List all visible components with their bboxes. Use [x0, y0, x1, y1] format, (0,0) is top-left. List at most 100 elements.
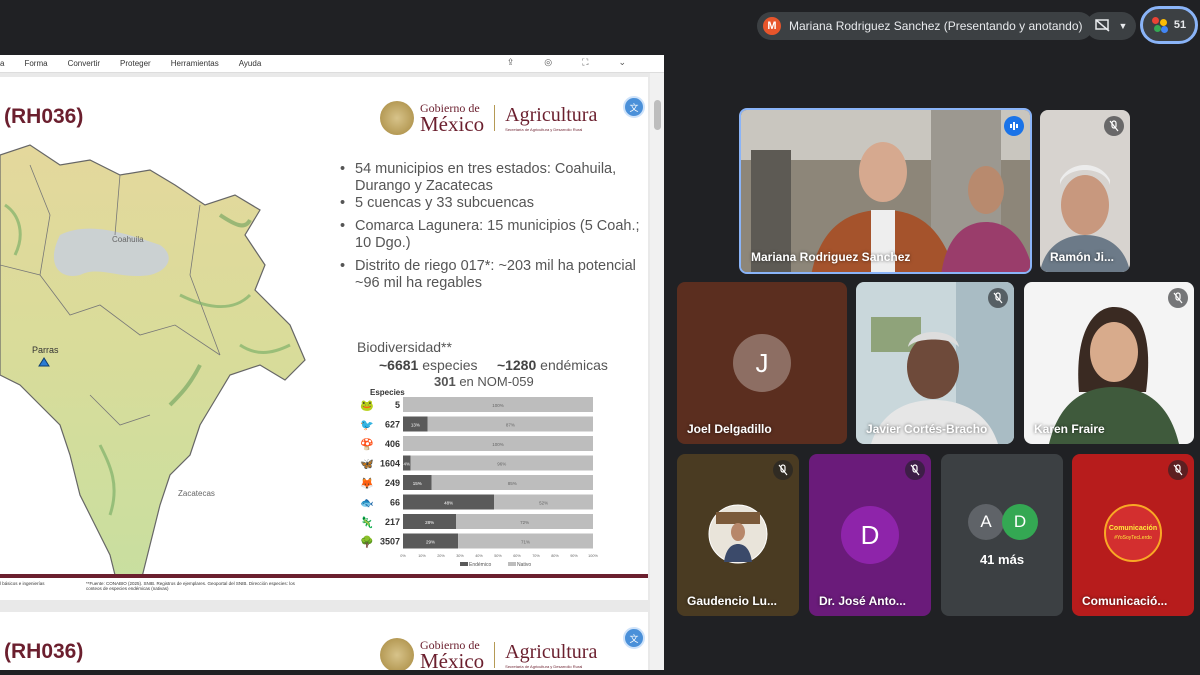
category-label: 406	[385, 439, 400, 449]
legend-label: Nativo	[517, 562, 531, 568]
avatar: J	[733, 334, 791, 392]
people-icon	[1151, 17, 1168, 33]
presentation-options-button[interactable]: ▼	[1086, 12, 1136, 40]
species-label: especies	[422, 357, 478, 373]
mic-off-icon	[1104, 116, 1124, 136]
participant-tile-gaudencio[interactable]: Gaudencio Lu...	[677, 454, 799, 616]
chart-title: Especies	[370, 388, 405, 397]
data-label: 96%	[497, 462, 506, 467]
x-tick-label: 10%	[418, 554, 426, 558]
gov-logo: Gobierno de México Agricultura Secretarí…	[380, 638, 597, 670]
mexico-seal-icon	[380, 101, 414, 135]
frog-icon: 🐸	[360, 399, 374, 412]
menu-item[interactable]: Herramientas	[171, 59, 219, 68]
endemic-count: ~1280	[496, 357, 537, 373]
slide-title: (RH036)	[4, 640, 84, 663]
slide-footer-bar	[0, 574, 648, 578]
x-tick-label: 80%	[551, 554, 559, 558]
data-label: 100%	[492, 403, 504, 408]
stop-presenting-icon	[1094, 19, 1110, 32]
participant-name: Comunicació...	[1082, 594, 1168, 608]
biodiversity-title: Biodiversidad**	[357, 339, 452, 355]
video-feed	[856, 282, 1014, 444]
mic-off-icon	[1168, 460, 1188, 480]
participant-tile-javier[interactable]: Javier Cortés-Bracho	[856, 282, 1014, 444]
data-label: 4%	[404, 462, 411, 467]
category-label: 66	[390, 498, 400, 508]
chevron-down-icon: ▼	[1118, 21, 1128, 31]
shared-screen: a Forma Convertir Proteger Herramientas …	[0, 55, 664, 670]
view-icon[interactable]: ◎	[544, 57, 562, 67]
x-tick-label: 0%	[400, 554, 406, 558]
translate-icon[interactable]: 文	[623, 96, 645, 118]
scrollbar-thumb[interactable]	[654, 100, 661, 130]
fox-icon: 🦊	[360, 477, 374, 490]
participant-tile-more[interactable]: A D 41 más	[941, 454, 1063, 616]
agency-sub: Secretaría de Agricultura y Desarrollo R…	[505, 664, 583, 669]
scrollbar[interactable]	[650, 73, 664, 670]
participant-tile-mariana[interactable]: Mariana Rodriguez Sanchez	[739, 108, 1032, 274]
gov-line2: México	[420, 648, 485, 670]
mic-off-icon	[905, 460, 925, 480]
map-label-city: Parras	[32, 345, 59, 355]
butterfly-icon: 🦋	[360, 459, 374, 471]
x-tick-label: 50%	[494, 554, 502, 558]
legend-swatch	[460, 562, 468, 566]
data-label: 29%	[426, 540, 435, 545]
category-label: 5	[395, 400, 400, 410]
category-label: 627	[385, 420, 400, 430]
avatar: D	[1002, 504, 1038, 540]
gov-line2: México	[420, 111, 485, 136]
species-chart: Especies 🐸 5 100% 🐦 627 13% 87% 🍄 406 100% 🦋 1604 4% 9…	[360, 388, 598, 568]
bullet-item: Comarca Lagunera: 15 municipios (5 Coah.…	[340, 218, 640, 252]
chevron-down-icon[interactable]: ⌄	[618, 57, 636, 67]
mic-off-icon	[773, 460, 793, 480]
video-feed	[1024, 282, 1194, 444]
data-label: 52%	[539, 501, 548, 506]
map-label-north: Coahuila	[112, 235, 144, 244]
slide-next[interactable]: (RH036) Gobierno de México Agricultura S…	[0, 612, 648, 670]
participant-name: Joel Delgadillo	[687, 422, 772, 436]
watershed-map: Coahuila Zacatecas Parras	[0, 144, 306, 575]
mic-off-icon	[1168, 288, 1188, 308]
avatar	[708, 504, 768, 564]
translate-icon[interactable]: 文	[623, 627, 645, 649]
menu-item[interactable]: Proteger	[120, 59, 151, 68]
participant-tile-comunicacion[interactable]: Comunicación #YoSoyTecLerdo Comunicació.…	[1072, 454, 1194, 616]
more-participants-label: 41 más	[979, 552, 1025, 567]
presenter-avatar: M	[763, 17, 781, 35]
bullet-item: 54 municipios en tres estados: Coahuila,…	[340, 161, 640, 195]
x-tick-label: 100%	[588, 554, 598, 558]
agency-name: Agricultura	[505, 104, 598, 126]
participant-name: Gaudencio Lu...	[687, 594, 778, 608]
share-icon[interactable]: ⇪	[507, 57, 525, 67]
people-button[interactable]: 51	[1140, 6, 1198, 44]
data-label: 100%	[492, 442, 504, 447]
data-label: 85%	[508, 481, 517, 486]
participant-name: Karen Fraire	[1034, 422, 1105, 436]
menu-item[interactable]: Forma	[24, 59, 47, 68]
x-tick-label: 90%	[570, 554, 578, 558]
expand-icon[interactable]: ⛶	[582, 57, 598, 67]
menu-item[interactable]: a	[0, 59, 4, 68]
data-label: 13%	[411, 423, 420, 428]
slide-bullets: 54 municipios en tres estados: Coahuila,…	[340, 161, 640, 292]
participant-tile-karen[interactable]: Karen Fraire	[1024, 282, 1194, 444]
species-count: ~6681	[379, 357, 419, 373]
participant-tile-ramon[interactable]: Ramón Ji...	[1040, 110, 1130, 272]
menu-item[interactable]: Ayuda	[239, 59, 262, 68]
footer-left-note: l básicos e ingenierías	[0, 581, 45, 586]
data-label: 15%	[413, 481, 422, 486]
avatar: D	[841, 506, 899, 564]
agency-name: Agricultura	[505, 641, 598, 663]
participant-name: Javier Cortés-Bracho	[866, 422, 988, 436]
window-toolbar-icons: ⇪ ◎ ⛶ ⌄	[507, 57, 656, 68]
menu-item[interactable]: Convertir	[68, 59, 100, 68]
participant-tile-joel[interactable]: J Joel Delgadillo	[677, 282, 847, 444]
org-logo: Comunicación #YoSoyTecLerdo	[1104, 504, 1162, 562]
data-label: 72%	[520, 520, 529, 525]
footer-source-note: **Fuente: CONABIO (2025). SNIB. Registro…	[86, 581, 295, 591]
participant-tile-jose[interactable]: D Dr. José Anto...	[809, 454, 931, 616]
bullet-item: 5 cuencas y 33 subcuencas	[340, 195, 640, 212]
presenter-chip[interactable]: M Mariana Rodriguez Sanchez (Presentando…	[757, 12, 1093, 40]
